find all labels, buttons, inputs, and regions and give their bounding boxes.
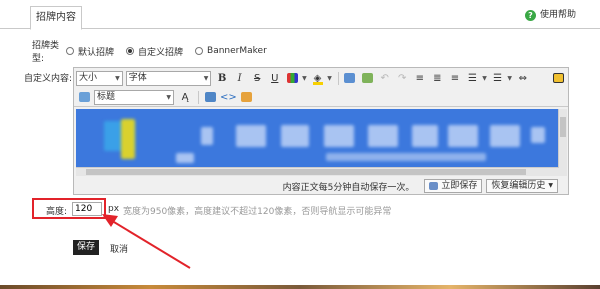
arrow-head [102,214,118,227]
bottom-decoration [0,285,600,289]
arrow-shaft [103,215,191,269]
annotation-arrow-icon [102,214,191,269]
